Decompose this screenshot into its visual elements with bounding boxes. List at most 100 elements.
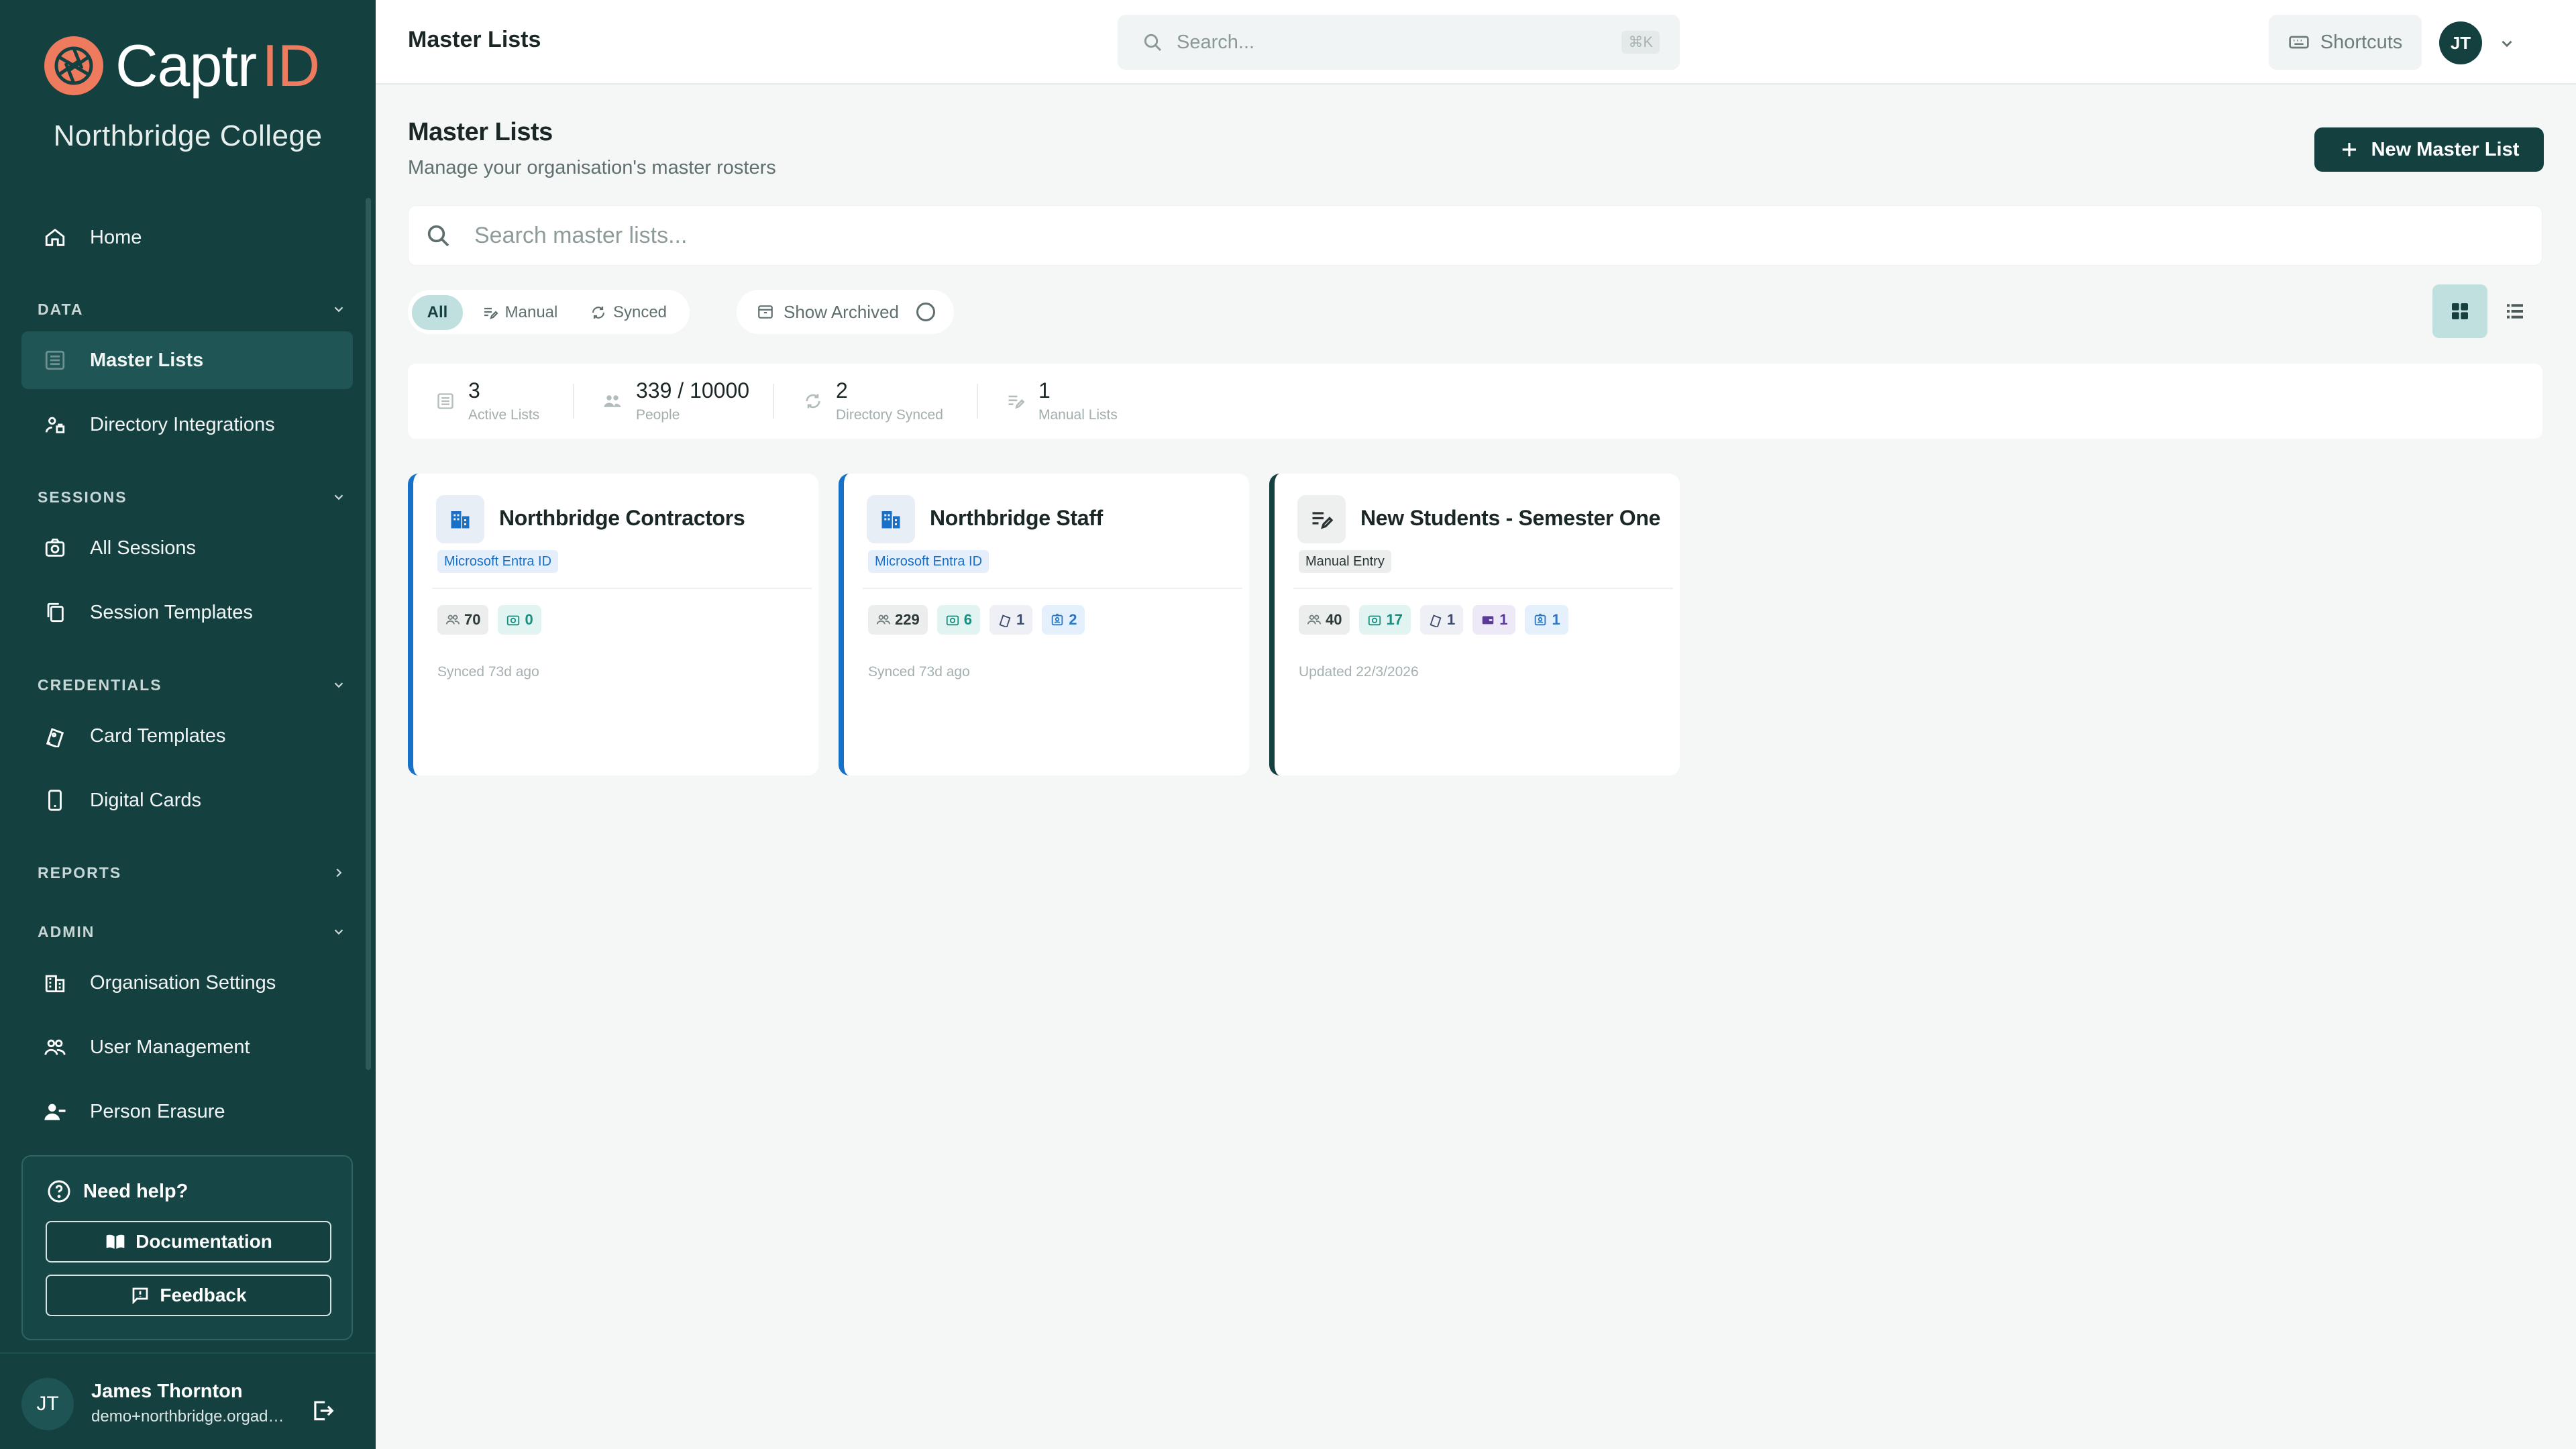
card-title: Northbridge Staff	[930, 506, 1103, 530]
show-archived-toggle[interactable]: Show Archived	[737, 290, 954, 334]
cards-stack-icon	[42, 722, 68, 749]
feedback-label: Feedback	[160, 1285, 247, 1305]
global-search-input[interactable]: Search... ⌘K	[1118, 15, 1680, 70]
card-counts: 70 0	[437, 605, 551, 635]
chevron-down-icon[interactable]	[2498, 35, 2516, 52]
edit-list-icon	[1006, 392, 1025, 411]
stat-value: 339 / 10000	[636, 378, 750, 403]
sidebar-item-home[interactable]: Home	[21, 209, 353, 266]
grid-view-button[interactable]	[2432, 284, 2487, 338]
stat-label: Manual Lists	[1038, 407, 1118, 423]
filter-all[interactable]: All	[412, 295, 463, 330]
search-icon	[425, 222, 451, 249]
section-sessions[interactable]: SESSIONS	[38, 484, 346, 511]
camera-icon	[945, 612, 960, 627]
divider	[863, 588, 1242, 589]
sidebar-item-label: All Sessions	[90, 537, 196, 559]
list-icon	[42, 347, 68, 374]
people-count: 40	[1326, 611, 1342, 628]
divider	[1293, 588, 1673, 589]
directory-sync-icon	[42, 411, 68, 438]
master-list-card[interactable]: Northbridge Contractors Microsoft Entra …	[408, 474, 818, 775]
source-badge: Microsoft Entra ID	[437, 550, 559, 573]
sidebar-item-digital-cards[interactable]: Digital Cards	[21, 771, 353, 829]
people-icon	[602, 391, 623, 411]
people-count: 229	[895, 611, 920, 628]
plus-icon	[2339, 140, 2359, 160]
new-master-list-button[interactable]: New Master List	[2314, 127, 2544, 172]
top-bar: Master Lists Search... ⌘K Shortcuts JT	[376, 0, 2576, 85]
master-list-card[interactable]: Northbridge Staff Microsoft Entra ID 229…	[839, 474, 1249, 775]
sync-icon	[804, 392, 822, 411]
avatar[interactable]: JT	[2439, 21, 2482, 64]
stat-value: 3	[468, 378, 480, 403]
id-badge-icon	[1533, 612, 1548, 627]
master-list-search-input[interactable]: Search master lists...	[408, 205, 2542, 266]
help-title-text: Need help?	[83, 1180, 189, 1202]
cards-stack-icon	[1428, 612, 1443, 627]
sidebar-item-master-lists[interactable]: Master Lists	[21, 331, 353, 389]
brand-logo[interactable]: CaptrID	[43, 32, 320, 99]
list-view-button[interactable]	[2487, 284, 2542, 338]
stat-label: Directory Synced	[836, 407, 943, 423]
sidebar-item-directory-integrations[interactable]: Directory Integrations	[21, 396, 353, 453]
card-counts: 40 17 1 1 1	[1299, 605, 1578, 635]
sidebar-item-user-management[interactable]: User Management	[21, 1018, 353, 1076]
wallet-icon	[1481, 612, 1495, 627]
aperture-icon	[44, 36, 103, 95]
building-icon	[42, 969, 68, 996]
brand-name: CaptrID	[115, 32, 320, 99]
id-card-count: 1	[1552, 611, 1560, 628]
sync-status: Synced 73d ago	[437, 664, 539, 680]
section-data[interactable]: DATA	[38, 296, 346, 323]
sidebar-item-all-sessions[interactable]: All Sessions	[21, 519, 353, 577]
help-title: Need help?	[47, 1179, 188, 1203]
sidebar: CaptrID Northbridge College Home DATA Ma…	[0, 0, 376, 1449]
divider	[432, 588, 812, 589]
feedback-button[interactable]: Feedback	[46, 1275, 331, 1316]
card-title: New Students - Semester One	[1360, 506, 1661, 530]
card-template-count: 1	[1016, 611, 1025, 628]
digital-card-count-chip: 1	[1472, 605, 1516, 635]
sidebar-item-session-templates[interactable]: Session Templates	[21, 584, 353, 641]
logout-icon[interactable]	[310, 1398, 335, 1424]
sidebar-scrollbar[interactable]	[366, 198, 371, 1070]
sidebar-item-person-erasure[interactable]: Person Erasure	[21, 1083, 353, 1140]
filter-manual[interactable]: Manual	[470, 295, 570, 330]
section-admin[interactable]: ADMIN	[38, 918, 346, 945]
global-search-placeholder: Search...	[1177, 31, 1255, 53]
sidebar-item-label: Home	[90, 226, 142, 248]
people-icon	[876, 612, 891, 627]
digital-card-count: 1	[1499, 611, 1508, 628]
update-status: Updated 22/3/2026	[1299, 664, 1419, 680]
people-count-chip: 40	[1299, 605, 1350, 635]
section-credentials[interactable]: CREDENTIALS	[38, 672, 346, 698]
stat-divider	[773, 384, 774, 419]
stat-divider	[977, 384, 978, 419]
archived-toggle-indicator[interactable]	[916, 303, 935, 321]
master-list-card[interactable]: New Students - Semester One Manual Entry…	[1269, 474, 1680, 775]
photo-count: 0	[525, 611, 533, 628]
sidebar-item-organisation-settings[interactable]: Organisation Settings	[21, 954, 353, 1012]
new-master-list-label: New Master List	[2371, 138, 2520, 160]
photo-count: 17	[1386, 611, 1403, 628]
building-icon	[867, 495, 915, 543]
chevron-right-icon	[336, 868, 342, 877]
stat-active-lists: 3 Active Lists	[436, 376, 539, 427]
filter-synced[interactable]: Synced	[578, 295, 679, 330]
user-name: James Thornton	[91, 1381, 243, 1402]
source-filter: All Manual Synced	[408, 290, 690, 334]
documentation-button[interactable]: Documentation	[46, 1221, 331, 1263]
card-counts: 229 6 1 2	[868, 605, 1094, 635]
shortcuts-button[interactable]: Shortcuts	[2269, 15, 2422, 70]
filter-manual-label: Manual	[504, 303, 558, 321]
sidebar-item-label: Directory Integrations	[90, 413, 275, 435]
chevron-down-icon	[334, 307, 343, 313]
avatar[interactable]: JT	[21, 1378, 74, 1430]
sidebar-item-label: Digital Cards	[90, 789, 201, 811]
sidebar-item-label: Session Templates	[90, 601, 253, 623]
section-reports[interactable]: REPORTS	[38, 859, 346, 886]
id-card-count: 2	[1069, 611, 1077, 628]
sidebar-item-card-templates[interactable]: Card Templates	[21, 707, 353, 765]
id-card-count-chip: 1	[1525, 605, 1568, 635]
